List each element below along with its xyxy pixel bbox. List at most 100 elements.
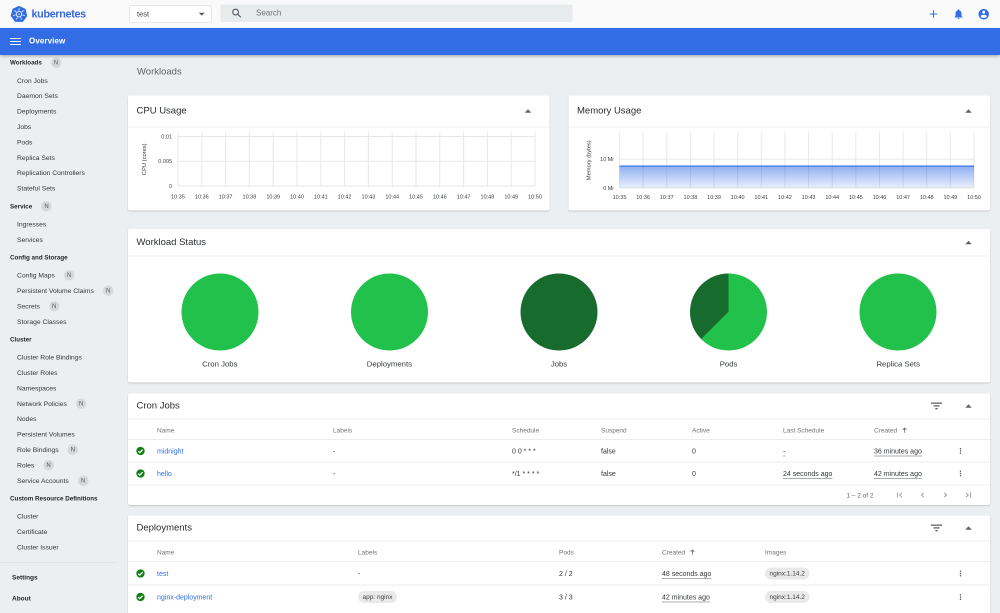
- kubernetes-brand[interactable]: kubernetes: [10, 5, 86, 23]
- sidebar-item-cluster-roles[interactable]: Cluster Roles: [0, 365, 118, 380]
- status-column-header: [128, 420, 157, 440]
- column-header-name[interactable]: Name: [157, 542, 358, 562]
- user-menu-button[interactable]: [971, 0, 996, 28]
- pie-label: Jobs: [550, 360, 568, 369]
- sidebar-item-storage-classes[interactable]: Storage Classes: [0, 314, 118, 329]
- row-actions-button[interactable]: [956, 561, 990, 585]
- active-cell: 0: [692, 439, 783, 462]
- check-circle-icon: [136, 469, 145, 478]
- sidebar-item-config-and-storage[interactable]: Config and Storage: [0, 250, 118, 265]
- sidebar-item-cluster[interactable]: Cluster: [0, 332, 118, 347]
- sidebar-item-config-maps[interactable]: Config Maps N: [0, 268, 118, 283]
- column-header-name[interactable]: Name: [157, 420, 333, 440]
- svg-text:10:47: 10:47: [896, 195, 910, 201]
- search-input[interactable]: [255, 8, 535, 19]
- collapse-memory-button[interactable]: [965, 109, 972, 113]
- column-header-pods[interactable]: Pods: [559, 542, 662, 562]
- sidebar-item-secrets[interactable]: Secrets N: [0, 298, 118, 313]
- namespace-select[interactable]: test: [129, 5, 212, 23]
- sidebar-item-workloads[interactable]: Workloads N: [0, 55, 118, 70]
- column-header-active[interactable]: Active: [692, 420, 783, 440]
- sidebar-item-namespaces[interactable]: Namespaces: [0, 380, 118, 395]
- sidebar-item-pods[interactable]: Pods: [0, 134, 118, 149]
- sort-arrow-icon: [902, 427, 907, 433]
- collapse-deployments-button[interactable]: [965, 526, 972, 530]
- memory-card-title: Memory Usage: [577, 105, 642, 117]
- sidebar-item-cluster[interactable]: Cluster: [0, 509, 118, 524]
- sidebar-item-roles[interactable]: Roles N: [0, 457, 118, 472]
- svg-text:10:47: 10:47: [457, 195, 471, 201]
- memory-usage-card: Memory Usage 10 Mi 0 Mi 10:35 10:36 10:37 10:…: [568, 95, 990, 211]
- svg-text:10:48: 10:48: [920, 195, 934, 201]
- collapse-cron-jobs-button[interactable]: [965, 404, 972, 408]
- workload-status-cron-jobs: Cron Jobs: [135, 273, 305, 370]
- svg-text:10:50: 10:50: [528, 195, 542, 201]
- bell-icon: [954, 9, 963, 19]
- sidebar-item-cluster-issuer[interactable]: Cluster Issuer: [0, 539, 118, 554]
- column-header-labels[interactable]: Labels: [358, 542, 559, 562]
- namespaced-badge: N: [43, 459, 54, 471]
- sidebar-item-network-policies[interactable]: Network Policies N: [0, 396, 118, 411]
- column-header-created[interactable]: Created: [662, 542, 765, 562]
- filter-cron-jobs-button[interactable]: [931, 402, 942, 410]
- sidebar-item-persistent-volume-claims[interactable]: Persistent Volume Claims N: [0, 283, 118, 298]
- name-cell[interactable]: nginx-deployment: [157, 584, 358, 609]
- workload-status-card: Workload Status Cron Jobs Deployments Jobs…: [128, 229, 990, 383]
- first-page-button[interactable]: [888, 490, 911, 500]
- sidebar-item-cron-jobs[interactable]: Cron Jobs: [0, 73, 118, 88]
- name-cell[interactable]: hello: [157, 461, 333, 485]
- sidebar-item-deployments[interactable]: Deployments: [0, 104, 118, 119]
- sidebar-item-certificate[interactable]: Certificate: [0, 524, 118, 539]
- deployment-row-test[interactable]: test - 2 / 2 48 seconds ago nginx:1.14.2: [128, 561, 990, 585]
- workload-status-jobs: Jobs: [474, 273, 644, 370]
- sidebar-item-label: Service: [10, 202, 33, 210]
- sidebar-item-role-bindings[interactable]: Role Bindings N: [0, 442, 118, 457]
- sidebar-item-services[interactable]: Services: [0, 232, 118, 247]
- column-header-schedule[interactable]: Schedule: [512, 420, 601, 440]
- deployment-row-nginx-deployment[interactable]: nginx-deployment app: nginx 3 / 3 42 min…: [128, 584, 990, 609]
- sidebar-item-settings[interactable]: Settings: [0, 567, 118, 588]
- filter-deployments-button[interactable]: [931, 524, 942, 532]
- cron-job-row-hello[interactable]: hello - */1 * * * * false 0 24 seconds a…: [128, 461, 990, 485]
- collapse-status-button[interactable]: [965, 240, 972, 244]
- notifications-button[interactable]: [946, 0, 971, 28]
- create-resource-button[interactable]: [921, 0, 946, 28]
- pagination-range-label: 1 – 2 of 2: [846, 491, 874, 499]
- column-header-suspend[interactable]: Suspend: [601, 420, 692, 440]
- column-header-images[interactable]: Images: [765, 542, 956, 562]
- sidebar-item-nodes[interactable]: Nodes: [0, 411, 118, 426]
- deployments-title: Deployments: [136, 522, 192, 534]
- sidebar-item-ingresses[interactable]: Ingresses: [0, 216, 118, 231]
- last-page-button[interactable]: [957, 490, 980, 500]
- check-circle-icon: [136, 446, 145, 455]
- pie-label: Deployments: [366, 360, 413, 369]
- name-cell[interactable]: midnight: [157, 439, 333, 462]
- sidebar-item-label: Replication Controllers: [17, 169, 85, 177]
- sidebar-item-persistent-volumes[interactable]: Persistent Volumes: [0, 427, 118, 442]
- collapse-cpu-button[interactable]: [524, 109, 532, 113]
- previous-page-button[interactable]: [911, 490, 934, 500]
- column-header-last-schedule[interactable]: Last Schedule: [783, 420, 874, 440]
- next-page-button[interactable]: [934, 490, 957, 500]
- sidebar-item-about[interactable]: About: [0, 588, 118, 609]
- row-actions-button[interactable]: [956, 584, 990, 609]
- sidebar-item-replication-controllers[interactable]: Replication Controllers: [0, 165, 118, 180]
- sidebar-item-stateful-sets[interactable]: Stateful Sets: [0, 181, 118, 196]
- search-bar[interactable]: [220, 4, 573, 22]
- column-header-labels[interactable]: Labels: [333, 420, 512, 440]
- sidebar-item-replica-sets[interactable]: Replica Sets: [0, 150, 118, 165]
- sidebar-item-custom-resource-definitions[interactable]: Custom Resource Definitions: [0, 491, 118, 506]
- svg-text:10:42: 10:42: [338, 195, 352, 201]
- sidebar-item-daemon-sets[interactable]: Daemon Sets: [0, 88, 118, 103]
- row-actions-button[interactable]: [956, 461, 990, 485]
- menu-button[interactable]: [10, 37, 21, 46]
- sidebar-item-jobs[interactable]: Jobs: [0, 119, 118, 134]
- sidebar-item-cluster-role-bindings[interactable]: Cluster Role Bindings: [0, 350, 118, 365]
- sidebar-item-service[interactable]: Service N: [0, 199, 118, 214]
- name-cell[interactable]: test: [157, 561, 358, 585]
- sidebar-item-service-accounts[interactable]: Service Accounts N: [0, 473, 118, 488]
- cron-job-row-midnight[interactable]: midnight - 0 0 * * * false 0 - 36 minute…: [128, 439, 990, 462]
- column-header-created[interactable]: Created: [874, 420, 956, 440]
- row-actions-button[interactable]: [956, 439, 990, 462]
- cpu-card-title: CPU Usage: [136, 105, 187, 117]
